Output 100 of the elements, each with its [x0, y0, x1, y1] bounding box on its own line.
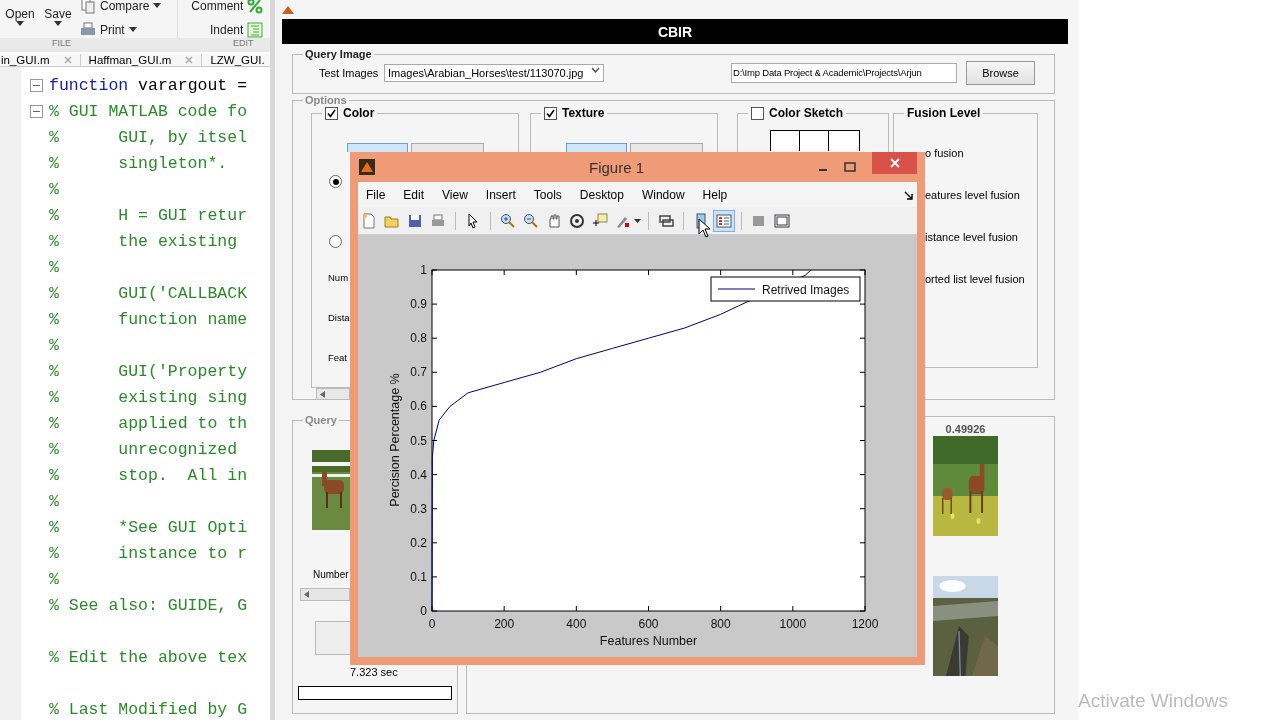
- radio-button[interactable]: [329, 235, 342, 248]
- chevron-down-icon[interactable]: [591, 67, 600, 73]
- field-label: Dista: [328, 312, 350, 323]
- file-tab[interactable]: Haffman_GUI.m: [80, 54, 203, 66]
- axis-title: Features Number: [599, 634, 698, 648]
- axis-tick-label: 0.3: [410, 501, 427, 516]
- section-label: EDIT: [233, 38, 254, 50]
- axis-tick-label: 0.4: [410, 467, 427, 482]
- save-button[interactable]: Save: [44, 7, 72, 21]
- axis-tick-label: 0.5: [410, 433, 427, 448]
- code-line: % the existing: [49, 231, 238, 251]
- matlab-icon: [359, 159, 375, 175]
- sketch-grid[interactable]: [770, 130, 860, 151]
- scrollbar[interactable]: [316, 388, 350, 400]
- axis-tick-label: 0.1: [410, 569, 427, 584]
- maximize-icon[interactable]: [844, 162, 856, 172]
- caret-icon[interactable]: [128, 27, 137, 32]
- axis-tick-label: 0.2: [410, 535, 427, 550]
- dock-icon[interactable]: [904, 191, 913, 200]
- code-line: % applied to th: [49, 413, 248, 433]
- section-label: FILE: [52, 38, 71, 50]
- percent-icon[interactable]: [247, 0, 264, 14]
- code-line: % H = GUI retur: [49, 205, 248, 225]
- caret-icon[interactable]: [16, 21, 24, 26]
- path-field[interactable]: D:\Imp Data Project & Academic\Projects\Arjun: [731, 63, 957, 83]
- code-line: %: [49, 257, 59, 277]
- radio-button[interactable]: [329, 175, 342, 188]
- compare-icon[interactable]: [80, 0, 96, 14]
- code-line: %: [49, 569, 59, 589]
- window-title: Figure 1: [588, 158, 645, 176]
- file-tab[interactable]: in_GUI.m: [0, 54, 81, 66]
- legend-line: [717, 288, 756, 290]
- open-button[interactable]: Open: [5, 7, 35, 21]
- code-line: % stop. All in: [49, 465, 248, 485]
- radio-label: o fusion: [925, 147, 965, 159]
- field-label: Num: [328, 272, 350, 283]
- axis-tick-label: 1000: [779, 617, 807, 631]
- menu-item[interactable]: Tools: [533, 187, 562, 202]
- field-label: Feat: [328, 352, 348, 363]
- left-arrow-icon[interactable]: [320, 391, 325, 398]
- checkbox[interactable]: [751, 106, 764, 120]
- panel-title: Query: [304, 414, 338, 426]
- matlab-icon: [282, 6, 294, 14]
- caret-icon[interactable]: [634, 218, 641, 223]
- fold-icon[interactable]: [30, 104, 43, 118]
- similarity-score: 0.49926: [945, 423, 986, 435]
- code-line: function varargout =: [49, 75, 248, 95]
- code-line: %: [49, 491, 59, 511]
- axis-tick-label: 0: [428, 617, 436, 631]
- checkbox[interactable]: [544, 106, 557, 120]
- caret-icon[interactable]: [54, 21, 62, 26]
- menu-item[interactable]: View: [442, 187, 468, 202]
- axis-tick-label: 800: [710, 617, 731, 631]
- axis-tick-label: 0.6: [410, 399, 427, 414]
- menu-item[interactable]: Desktop: [579, 187, 624, 202]
- field-label: Number: [313, 569, 349, 580]
- checkbox-label: Color Sketch: [769, 106, 843, 120]
- axis-tick-label: 0.9: [410, 297, 427, 312]
- print-button[interactable]: Print: [100, 22, 125, 37]
- menu-item[interactable]: Help: [702, 187, 728, 202]
- close-button[interactable]: [872, 152, 917, 174]
- activation-notice: Activate Windows: [1078, 690, 1228, 712]
- image-dropdown[interactable]: Images\Arabian_Horses\test/113070.jpg: [384, 64, 604, 82]
- axis-tick-label: 0: [420, 604, 427, 618]
- browse-button[interactable]: Browse: [966, 61, 1035, 85]
- menu-item[interactable]: File: [366, 187, 386, 202]
- caret-icon[interactable]: [153, 3, 162, 8]
- compare-button[interactable]: Compare: [100, 0, 150, 13]
- printer-icon[interactable]: [80, 21, 96, 38]
- legend-icon[interactable]: [714, 210, 734, 231]
- code-line: % *See GUI Opti: [49, 517, 248, 537]
- code-line: %: [49, 179, 59, 199]
- code-line: % existing sing: [49, 387, 248, 407]
- panel-title: Query Image: [304, 48, 373, 60]
- axis-tick-label: 400: [566, 617, 587, 631]
- field-label: Test Images: [319, 67, 380, 79]
- indent-button[interactable]: Indent: [210, 22, 244, 37]
- code-line: % GUI('CALLBACK: [49, 283, 248, 303]
- code-line: %: [49, 335, 59, 355]
- menu-item[interactable]: Insert: [485, 187, 516, 202]
- code-line: % Last Modified by G: [49, 699, 248, 719]
- code-line: % Edit the above tex: [49, 647, 248, 667]
- code-line: % GUI MATLAB code fo: [49, 101, 248, 121]
- mouse-pointer-icon: [698, 218, 710, 238]
- fold-icon[interactable]: [30, 78, 43, 92]
- left-arrow-icon[interactable]: [304, 591, 309, 598]
- app-header: CBIR: [282, 19, 1068, 44]
- code-line: % function name: [49, 309, 248, 329]
- checkbox[interactable]: [325, 106, 338, 120]
- axis-tick-label: 1: [420, 263, 427, 277]
- radio-label: istance level fusion: [925, 231, 1019, 243]
- comment-button[interactable]: Comment: [191, 0, 244, 13]
- menu-item[interactable]: Edit: [403, 187, 425, 202]
- scrollbar[interactable]: [300, 588, 350, 601]
- code-line: % See also: GUIDE, G: [49, 595, 248, 615]
- axis-tick-label: 0.8: [410, 331, 427, 346]
- axis-tick-label: 1200: [851, 617, 879, 631]
- menu-item[interactable]: Window: [641, 187, 685, 202]
- file-tab[interactable]: LZW_GUI.: [202, 54, 270, 66]
- panel-title: Fusion Level: [906, 106, 982, 120]
